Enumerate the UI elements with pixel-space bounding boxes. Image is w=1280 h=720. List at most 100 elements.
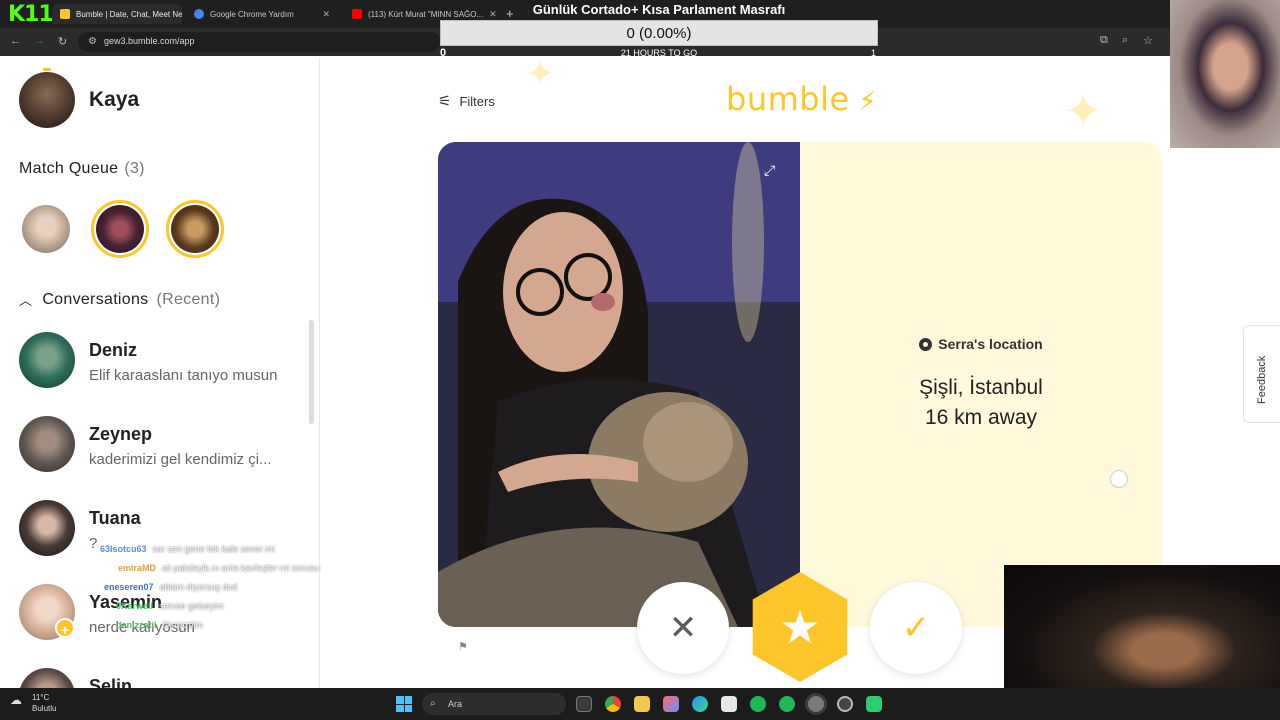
scroll-indicator[interactable] <box>1110 470 1128 488</box>
conversation-name: Tuana <box>89 508 141 528</box>
youtube-favicon-icon <box>352 9 362 19</box>
store-icon[interactable] <box>721 696 737 712</box>
obs-icon[interactable] <box>837 696 853 712</box>
logo-text: bumble <box>726 80 850 118</box>
conversation-preview: Elif karaaslanı tanıyo musun <box>89 367 278 384</box>
chat-user: 0Karwell <box>116 601 154 611</box>
chrome-icon[interactable] <box>605 696 621 712</box>
match-queue-item[interactable] <box>17 200 75 258</box>
match-queue-count: (3) <box>124 160 145 177</box>
conversations-heading[interactable]: ︿ Conversations (Recent) <box>19 290 220 309</box>
url-field[interactable]: ⚙ gew3.bumble.com/app <box>78 32 440 52</box>
chat-user: 63lsotcu63 <box>100 544 147 554</box>
filters-label: Filters <box>459 93 495 109</box>
check-icon: ✓ <box>901 609 931 647</box>
task-view-icon[interactable] <box>576 696 592 712</box>
user-name[interactable]: Kaya <box>89 88 139 112</box>
tab-title: Bumble | Date, Chat, Meet New... <box>76 9 182 19</box>
conversation-name: Selin <box>89 676 133 688</box>
location-pin-icon <box>919 338 933 351</box>
star-icon: ★ <box>779 601 821 653</box>
bookmark-star-icon[interactable]: ☆ <box>1143 34 1153 47</box>
expand-icon[interactable]: ⤢ <box>764 162 775 179</box>
app-icon[interactable] <box>663 696 679 712</box>
conversation-preview: kaderimizi gel kendimiz çi... <box>89 451 272 468</box>
avatar <box>19 500 75 556</box>
search-icon: ⌕ <box>430 698 436 709</box>
chat-user: denizzatil <box>116 620 157 630</box>
chat-user: eneseren07 <box>104 582 154 592</box>
chat-text: sar sen gene tek kale sever mi <box>152 544 275 554</box>
spotify-icon[interactable] <box>779 696 795 712</box>
windows-start-icon[interactable] <box>396 696 412 712</box>
profile-info-panel: Serra's location Şişli, İstanbul 16 km a… <box>800 142 1162 627</box>
sliders-icon: ⚟ <box>438 93 452 110</box>
url-text: gew3.bumble.com/app <box>104 36 195 46</box>
match-queue-item[interactable] <box>91 200 149 258</box>
zoom-icon[interactable]: ⌕ <box>1122 34 1128 47</box>
goal-title: Günlük Cortado+ Kısa Parlament Masrafı <box>532 2 786 17</box>
close-icon[interactable]: ✕ <box>322 9 330 20</box>
taskbar-search[interactable]: ⌕ Ara <box>422 693 566 715</box>
chat-text: fikmezdim <box>162 620 204 630</box>
bolt-icon: ⚡ <box>849 87 878 117</box>
avatar <box>19 332 75 388</box>
match-queue-label: Match Queue <box>19 160 119 177</box>
spotify-icon[interactable] <box>750 696 766 712</box>
conversations-filter: (Recent) <box>156 290 221 308</box>
pass-button[interactable]: ✕ <box>637 582 729 674</box>
tab-title: Google Chrome Yardım <box>210 9 294 19</box>
weather-temp: 11°C <box>32 693 50 702</box>
avatar <box>19 668 75 688</box>
stream-logo: K11 <box>8 2 54 27</box>
taskbar-search-placeholder: Ara <box>448 699 463 709</box>
match-queue-item[interactable] <box>166 200 224 258</box>
translate-icon[interactable]: ⧉ <box>1100 34 1108 47</box>
avatar[interactable] <box>19 68 75 128</box>
sparkle-icon: ✦ <box>526 58 555 93</box>
conversation-name: Deniz <box>89 340 138 360</box>
feedback-tab[interactable]: Feedback <box>1243 325 1280 423</box>
match-queue-heading: Match Queue (3) <box>19 160 145 178</box>
tab-bumble[interactable]: Bumble | Date, Chat, Meet New... ✕ <box>52 4 182 24</box>
conversation-item[interactable]: Zeynep kaderimizi gel kendimiz çi... <box>19 416 309 474</box>
chat-text: ali pakdeyik.m anla kavfeşler mi sorusu … <box>162 563 345 573</box>
location-distance: 16 km away <box>924 406 1038 429</box>
sidebar-scrollbar[interactable] <box>309 320 314 424</box>
app-green-icon[interactable] <box>866 696 882 712</box>
goal-progress-bar: 0 (0.00%) <box>440 20 878 46</box>
forward-icon[interactable]: → <box>34 35 45 47</box>
edge-icon[interactable] <box>692 696 708 712</box>
bumble-favicon-icon <box>60 9 70 19</box>
report-flag-icon[interactable]: ⚑ <box>458 640 468 653</box>
site-info-icon[interactable]: ⚙ <box>88 36 97 47</box>
profile-photo-art <box>438 142 800 627</box>
tab-chrome-help[interactable]: Google Chrome Yardım ✕ <box>186 4 338 24</box>
avatar <box>19 416 75 472</box>
bumble-logo: bumble ⚡ <box>726 80 877 118</box>
taskbar: ☁ 11°C Bulutlu ⌕ Ara <box>0 688 1280 720</box>
chat-text: servse gelseyim <box>159 601 224 611</box>
filters-button[interactable]: ⚟ Filters <box>438 92 495 110</box>
conversation-item[interactable]: Deniz Elif karaaslanı tanıyo musun <box>19 332 309 390</box>
goal-countdown: 21 HOURS TO GO <box>620 48 698 58</box>
back-icon[interactable]: ← <box>10 35 21 47</box>
location-city: Şişli, İstanbul <box>919 376 1043 399</box>
profile-photo[interactable] <box>438 142 800 627</box>
webcam-overlay-top <box>1170 0 1280 148</box>
conversation-name: Zeynep <box>89 424 153 444</box>
cloud-icon: ☁ <box>10 693 22 707</box>
new-match-badge: + <box>55 618 75 638</box>
sparkle-icon: ✦ <box>1064 85 1103 137</box>
reload-icon[interactable]: ↻ <box>58 35 67 48</box>
location-label: Serra's location <box>800 336 1162 352</box>
close-icon: ✕ <box>668 609 698 647</box>
conversations-label: Conversations <box>42 290 149 308</box>
chrome-active-icon[interactable] <box>808 696 824 712</box>
like-button[interactable]: ✓ <box>870 582 962 674</box>
file-explorer-icon[interactable] <box>634 696 650 712</box>
chevron-up-icon[interactable]: ︿ <box>19 290 32 309</box>
conversation-item[interactable]: Selin <box>19 668 309 688</box>
weather-condition: Bulutlu <box>32 704 57 713</box>
location-label-text: Serra's location <box>938 336 1043 352</box>
